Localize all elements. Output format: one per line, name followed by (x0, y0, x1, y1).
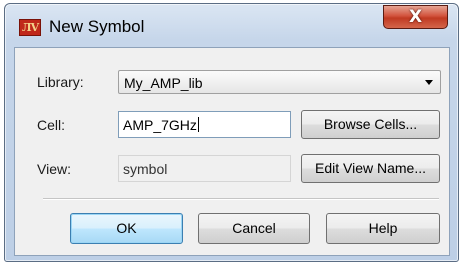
chevron-down-icon (425, 80, 433, 85)
library-label: Library: (37, 74, 84, 90)
new-symbol-dialog: ЛV New Symbol X Library: My_AMP_lib Cell… (4, 3, 459, 262)
window-title: New Symbol (49, 17, 145, 36)
view-field: symbol (118, 155, 291, 182)
close-icon: X (408, 7, 423, 27)
app-logo-icon: ЛV (19, 19, 41, 36)
ok-button[interactable]: OK (70, 213, 183, 244)
text-caret (197, 117, 199, 132)
library-select[interactable]: My_AMP_lib (118, 70, 441, 94)
close-button[interactable]: X (383, 5, 448, 29)
title-bar[interactable]: ЛV New Symbol X (5, 4, 458, 48)
cancel-button[interactable]: Cancel (198, 213, 310, 244)
browse-cells-button[interactable]: Browse Cells... (301, 110, 440, 139)
separator (43, 198, 439, 200)
cell-label: Cell: (37, 117, 66, 133)
view-label: View: (37, 161, 71, 177)
edit-view-name-button[interactable]: Edit View Name... (301, 154, 440, 183)
cell-input-value: AMP_7GHz (123, 117, 197, 133)
dialog-body: Library: My_AMP_lib Cell: AMP_7GHz Brows… (14, 47, 450, 256)
cell-input[interactable]: AMP_7GHz (118, 111, 291, 138)
library-selected-value: My_AMP_lib (124, 75, 203, 91)
help-button[interactable]: Help (326, 213, 440, 244)
